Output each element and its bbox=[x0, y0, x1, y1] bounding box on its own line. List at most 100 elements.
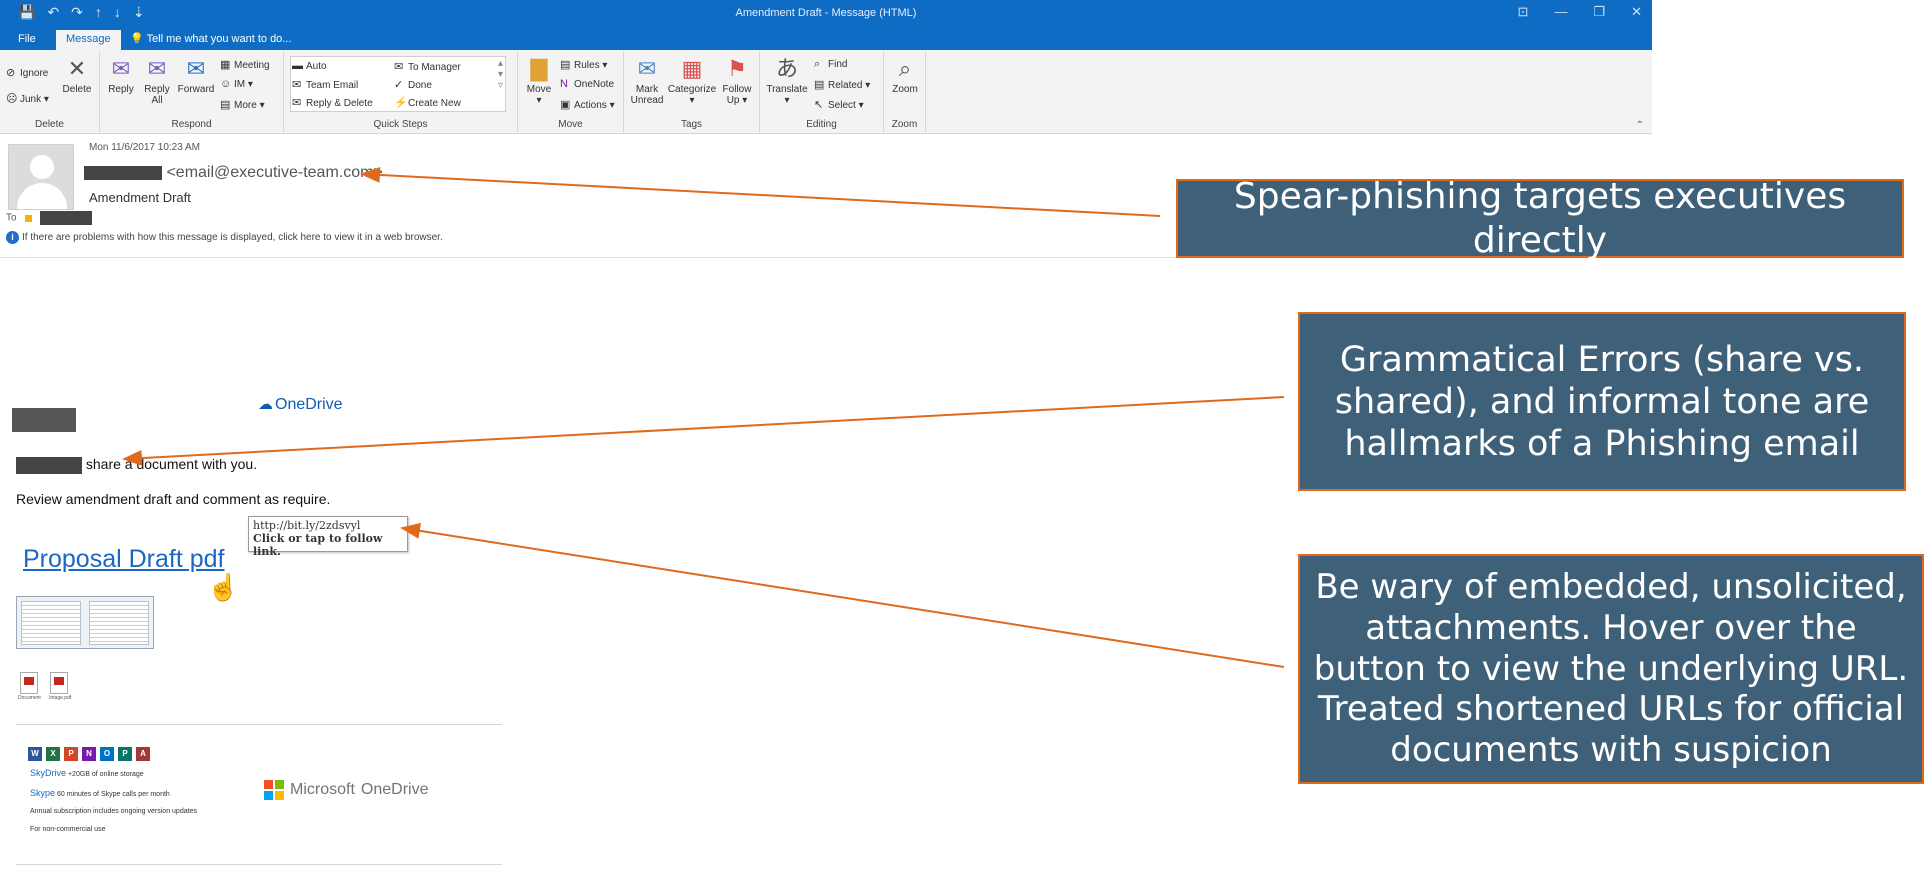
restore-icon[interactable]: ❐ bbox=[1593, 4, 1605, 20]
ignore-button[interactable]: ⊘ Ignore bbox=[6, 66, 48, 79]
categorize-button[interactable]: ▦ Categorize ▾ bbox=[666, 56, 718, 106]
info-bar-text: If there are problems with how this mess… bbox=[22, 232, 443, 243]
word-icon: W bbox=[28, 747, 42, 761]
close-icon[interactable]: ✕ bbox=[1631, 4, 1642, 20]
actions-button[interactable]: ▣ Actions ▾ bbox=[560, 98, 615, 111]
quickstep-create-new[interactable]: ⚡Create New bbox=[394, 96, 461, 109]
flag-icon: ⚑ bbox=[727, 56, 747, 81]
group-label-tags: Tags bbox=[680, 119, 703, 130]
meeting-button[interactable]: ▦ Meeting bbox=[220, 58, 270, 71]
forward-icon: ✉ bbox=[186, 56, 206, 81]
reply-all-icon: ✉ bbox=[147, 56, 167, 81]
im-icon: ☺ bbox=[220, 78, 232, 90]
tooltip-hint: Click or tap to follow link. bbox=[253, 532, 383, 558]
group-label-quick-steps: Quick Steps bbox=[373, 119, 428, 130]
check-icon: ✓ bbox=[394, 79, 404, 91]
group-label-delete: Delete bbox=[35, 119, 64, 130]
quickstep-done[interactable]: ✓ Done bbox=[394, 78, 432, 91]
redacted-sender-name bbox=[84, 165, 162, 180]
translate-button[interactable]: あ Translate ▾ bbox=[764, 56, 810, 106]
to-line: To bbox=[6, 211, 92, 225]
tell-me-search[interactable]: 💡 Tell me what you want to do... bbox=[130, 32, 291, 45]
redacted-name bbox=[16, 456, 82, 474]
review-line: Review amendment draft and comment as re… bbox=[16, 491, 331, 507]
quickstep-team-email[interactable]: ✉ Team Email bbox=[292, 78, 358, 91]
follow-up-button[interactable]: ⚑ Follow Up ▾ bbox=[718, 56, 756, 106]
find-button[interactable]: ⌕ Find bbox=[814, 58, 847, 71]
powerpoint-icon: P bbox=[64, 747, 78, 761]
window-title: Amendment Draft - Message (HTML) bbox=[735, 7, 917, 19]
ad-skype: Skype 60 minutes of Skype calls per mont… bbox=[30, 788, 170, 798]
collapse-ribbon-icon[interactable]: ⌃ bbox=[1636, 120, 1644, 131]
pdf-file-icon[interactable] bbox=[50, 672, 68, 694]
related-button[interactable]: ▤ Related ▾ bbox=[814, 78, 870, 91]
hand-pointer-icon: ☝ bbox=[207, 572, 240, 602]
ribbon-group-quick-steps: ▬ Auto ✉ To Manager ✉ Team Email ✓ Done ✉ Rep… bbox=[284, 52, 518, 132]
zoom-button[interactable]: ⌕ Zoom bbox=[888, 56, 922, 95]
title-bar: 💾 ↶ ↷ ↑ ↓ ⇣ Amendment Draft - Message (H… bbox=[0, 0, 1652, 28]
minimize-icon[interactable]: — bbox=[1554, 4, 1567, 20]
redacted-recipient[interactable] bbox=[39, 211, 92, 225]
pdf-label: Document bbox=[18, 695, 41, 701]
onedrive-logo: ☁ OneDrive bbox=[258, 396, 343, 413]
quickstep-to-manager[interactable]: ✉ To Manager bbox=[394, 60, 461, 73]
folder-icon: ▬ bbox=[292, 60, 303, 72]
move-button[interactable]: ▇ Move ▾ bbox=[522, 56, 556, 106]
ribbon-display-options-icon[interactable]: ⊡ bbox=[1518, 4, 1529, 20]
onenote-button[interactable]: N OneNote bbox=[560, 78, 614, 90]
onenote-icon: N bbox=[560, 78, 568, 90]
access-icon: A bbox=[136, 747, 150, 761]
find-icon: ⌕ bbox=[814, 58, 821, 70]
forward-button[interactable]: ✉ Forward bbox=[176, 56, 216, 95]
rules-icon: ▤ bbox=[560, 59, 571, 71]
ribbon-group-respond: ✉ Reply ✉ Reply All ✉ Forward ▦ Meeting ☺ IM ▾… bbox=[100, 52, 284, 132]
more-respond-button[interactable]: ▤ More ▾ bbox=[220, 98, 265, 111]
reply-delete-icon: ✉ bbox=[292, 97, 302, 109]
ribbon-group-editing: あ Translate ▾ ⌕ Find ▤ Related ▾ ↖ Select ▾ E… bbox=[760, 52, 884, 132]
rules-button[interactable]: ▤ Rules ▾ bbox=[560, 58, 607, 71]
redacted-sender-photo bbox=[12, 408, 76, 432]
im-button[interactable]: ☺ IM ▾ bbox=[220, 78, 253, 90]
group-label-respond: Respond bbox=[171, 119, 212, 130]
tab-message[interactable]: Message bbox=[56, 30, 121, 50]
proposal-draft-link[interactable]: Proposal Draft pdf bbox=[23, 545, 225, 574]
window-controls: ⊡ — ❐ ✕ bbox=[1518, 4, 1642, 20]
lightbulb-icon: 💡 bbox=[130, 33, 144, 45]
cloud-icon: ☁ bbox=[258, 396, 273, 413]
ribbon-group-zoom: ⌕ Zoom Zoom bbox=[884, 52, 926, 132]
quickstep-auto[interactable]: ▬ Auto bbox=[292, 60, 327, 72]
menu-bar: File Message 💡 Tell me what you want to … bbox=[0, 28, 1652, 50]
more-icon: ▤ bbox=[220, 99, 231, 111]
publisher-icon: P bbox=[118, 747, 132, 761]
delete-x-icon: ✕ bbox=[67, 56, 87, 81]
sender[interactable]: <email@executive-team.com> bbox=[84, 164, 383, 182]
pdf-label: Image.pdf bbox=[49, 695, 72, 701]
reply-button[interactable]: ✉ Reply bbox=[104, 56, 138, 95]
delete-button[interactable]: ✕ Delete bbox=[60, 56, 94, 95]
select-button[interactable]: ↖ Select ▾ bbox=[814, 98, 864, 111]
actions-icon: ▣ bbox=[560, 99, 571, 111]
avatar-body bbox=[17, 183, 67, 209]
divider bbox=[16, 724, 502, 725]
office-app-icons: W X P N O P A bbox=[28, 747, 150, 761]
onenote-icon: N bbox=[82, 747, 96, 761]
pdf-file-icon[interactable] bbox=[20, 672, 38, 694]
ignore-icon: ⊘ bbox=[6, 67, 16, 79]
reply-all-button[interactable]: ✉ Reply All bbox=[140, 56, 174, 106]
junk-button[interactable]: ☹ Junk ▾ bbox=[6, 92, 49, 105]
avatar-head bbox=[30, 155, 54, 179]
microsoft-text: Microsoft bbox=[290, 781, 355, 798]
microsoft-onedrive-logo: Microsoft OneDrive bbox=[264, 780, 428, 800]
quicksteps-scroll-arrows[interactable]: ▴ ▾ ▿ bbox=[498, 58, 503, 91]
arrow-mail-icon: ✉ bbox=[394, 61, 404, 73]
translate-icon: あ bbox=[775, 56, 798, 81]
mark-unread-button[interactable]: ✉ Mark Unread bbox=[628, 56, 666, 106]
info-bar[interactable]: i If there are problems with how this mes… bbox=[6, 231, 443, 244]
document-preview-thumbnails[interactable] bbox=[16, 596, 154, 649]
sent-date: Mon 11/6/2017 10:23 AM bbox=[89, 142, 201, 153]
tab-file[interactable]: File bbox=[8, 30, 46, 50]
junk-icon: ☹ bbox=[6, 93, 18, 105]
quickstep-reply-delete[interactable]: ✉ Reply & Delete bbox=[292, 96, 373, 109]
reply-icon: ✉ bbox=[111, 56, 131, 81]
contact-status-icon bbox=[24, 214, 32, 222]
